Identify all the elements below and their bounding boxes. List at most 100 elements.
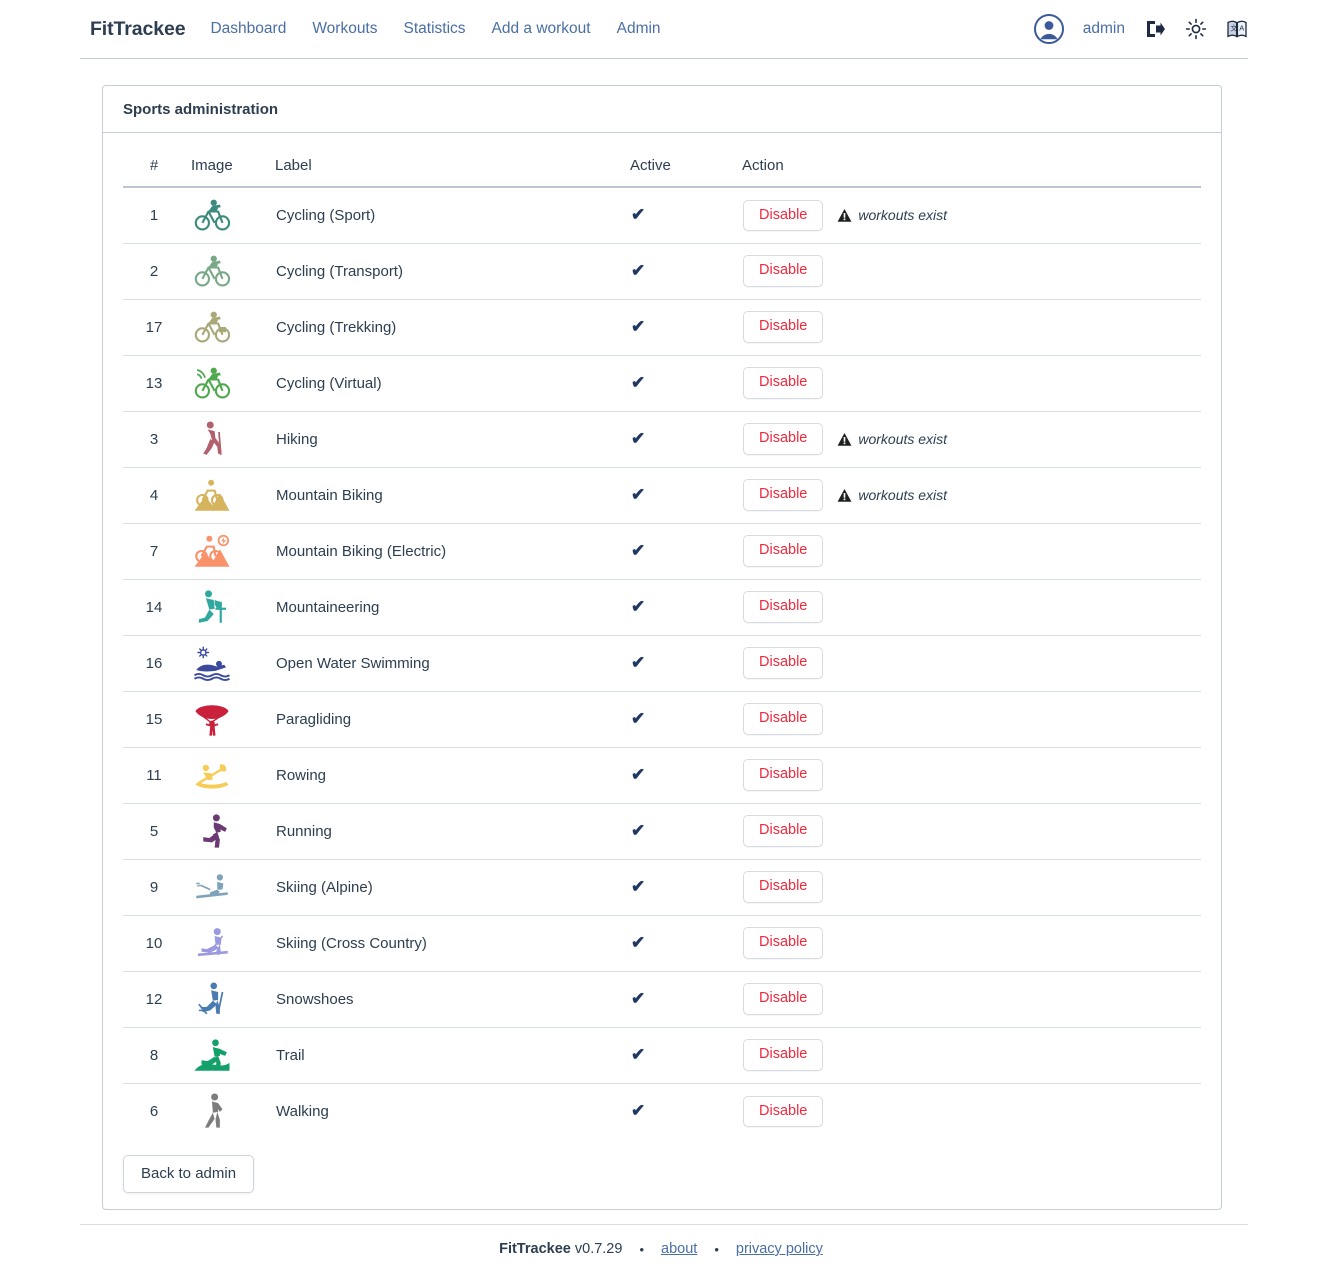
- table-row: 2 Cycling (Transport) ✔ Disable: [123, 243, 1201, 300]
- sun-theme-icon[interactable]: [1185, 18, 1207, 40]
- top-navigation-bar: FitTrackee Dashboard Workouts Statistics…: [0, 0, 1322, 58]
- user-avatar-icon[interactable]: [1033, 14, 1064, 44]
- action-cell-inner: Disable: [743, 647, 1200, 679]
- column-header-number: #: [123, 143, 185, 188]
- sport-active-status: ✔: [630, 187, 742, 244]
- sport-id: 4: [123, 467, 185, 524]
- disable-sport-button[interactable]: Disable: [743, 871, 824, 903]
- sport-id: 1: [123, 187, 185, 244]
- table-head: # Image Label Active Action: [123, 143, 1201, 188]
- back-to-admin-button[interactable]: Back to admin: [123, 1155, 255, 1193]
- action-cell-inner: Disable workouts exist: [743, 479, 1200, 511]
- sport-action-cell: Disable: [742, 299, 1201, 356]
- sports-administration-card: Sports administration # Image Label Acti…: [102, 85, 1222, 1210]
- warning-triangle-icon: [837, 208, 852, 223]
- disable-sport-button[interactable]: Disable: [743, 423, 824, 455]
- disable-sport-button[interactable]: Disable: [743, 815, 824, 847]
- disable-sport-button[interactable]: Disable: [743, 927, 824, 959]
- disable-sport-button[interactable]: Disable: [743, 647, 824, 679]
- sport-action-cell: Disable: [742, 355, 1201, 412]
- action-cell-inner: Disable: [743, 815, 1200, 847]
- action-cell-inner: Disable: [743, 255, 1200, 287]
- nav-link-add-a-workout[interactable]: Add a workout: [492, 20, 591, 38]
- disable-sport-button[interactable]: Disable: [743, 759, 824, 791]
- page-title: Sports administration: [103, 86, 1221, 133]
- sport-id: 13: [123, 355, 185, 412]
- table-row: 8 Trail ✔ Disable: [123, 1027, 1201, 1084]
- svg-text:文: 文: [1230, 24, 1237, 33]
- disable-sport-button[interactable]: Disable: [743, 311, 824, 343]
- disable-sport-button[interactable]: Disable: [743, 479, 824, 511]
- disable-sport-button[interactable]: Disable: [743, 535, 824, 567]
- footer-version: FitTrackee v0.7.29: [499, 1241, 622, 1257]
- disable-sport-button[interactable]: Disable: [743, 199, 824, 231]
- nav-link-admin[interactable]: Admin: [617, 20, 661, 38]
- check-icon: ✔: [631, 765, 646, 784]
- snowshoes-icon: [185, 971, 275, 1028]
- sport-id: 14: [123, 579, 185, 636]
- sport-active-status: ✔: [630, 971, 742, 1028]
- sport-id: 5: [123, 803, 185, 860]
- nav-link-dashboard[interactable]: Dashboard: [210, 20, 286, 38]
- check-icon: ✔: [631, 821, 646, 840]
- logout-icon[interactable]: [1144, 18, 1166, 40]
- footer-link-privacy-policy[interactable]: privacy policy: [736, 1241, 823, 1257]
- action-cell-inner: Disable: [743, 367, 1200, 399]
- action-cell-inner: Disable: [743, 871, 1200, 903]
- table-row: 11 Rowing ✔ Disable: [123, 747, 1201, 804]
- sports-table: # Image Label Active Action 1 Cycling (Sp…: [123, 143, 1201, 1139]
- brand-logo[interactable]: FitTrackee: [90, 18, 186, 41]
- sport-active-status: ✔: [630, 803, 742, 860]
- mountain-biking-electric-icon: [185, 523, 275, 580]
- sport-action-cell: Disable: [742, 579, 1201, 636]
- sport-label: Mountain Biking: [275, 467, 630, 524]
- table-row: 3 Hiking ✔ Disable workouts exist: [123, 411, 1201, 468]
- sport-action-cell: Disable: [742, 971, 1201, 1028]
- action-cell-inner: Disable: [743, 591, 1200, 623]
- disable-sport-button[interactable]: Disable: [743, 255, 824, 287]
- sport-active-status: ✔: [630, 1027, 742, 1084]
- sport-id: 17: [123, 299, 185, 356]
- disable-sport-button[interactable]: Disable: [743, 983, 824, 1015]
- action-cell-inner: Disable workouts exist: [743, 423, 1200, 455]
- disable-sport-button[interactable]: Disable: [743, 591, 824, 623]
- rowing-icon: [185, 747, 275, 804]
- disable-sport-button[interactable]: Disable: [743, 1039, 824, 1071]
- username-label[interactable]: admin: [1083, 20, 1125, 38]
- svg-text:A: A: [1239, 24, 1244, 33]
- sport-id: 11: [123, 747, 185, 804]
- table-row: 15 Paragliding ✔ Disable: [123, 691, 1201, 748]
- mountaineering-icon: [185, 579, 275, 636]
- check-icon: ✔: [631, 541, 646, 560]
- nav-link-workouts[interactable]: Workouts: [312, 20, 377, 38]
- check-icon: ✔: [631, 709, 646, 728]
- sport-label: Cycling (Trekking): [275, 299, 630, 356]
- footer-link-about[interactable]: about: [661, 1241, 697, 1257]
- workouts-exist-warning: workouts exist: [837, 487, 947, 503]
- sport-label: Running: [275, 803, 630, 860]
- check-icon: ✔: [631, 317, 646, 336]
- table-body: 1 Cycling (Sport) ✔ Disable workouts exist 2 C…: [123, 187, 1201, 1139]
- table-row: 5 Running ✔ Disable: [123, 803, 1201, 860]
- disable-sport-button[interactable]: Disable: [743, 1095, 824, 1127]
- language-icon[interactable]: 文 A: [1226, 18, 1248, 40]
- sport-id: 12: [123, 971, 185, 1028]
- disable-sport-button[interactable]: Disable: [743, 367, 824, 399]
- footer-separator-dot-2: •: [714, 1241, 719, 1257]
- sport-id: 8: [123, 1027, 185, 1084]
- warning-triangle-icon: [837, 432, 852, 447]
- disable-sport-button[interactable]: Disable: [743, 703, 824, 735]
- column-header-active: Active: [630, 143, 742, 188]
- skiing-cross-country-icon: [185, 915, 275, 972]
- sport-label: Skiing (Alpine): [275, 859, 630, 916]
- sport-active-status: ✔: [630, 915, 742, 972]
- sport-id: 3: [123, 411, 185, 468]
- page-content: Sports administration # Image Label Acti…: [0, 59, 1322, 1210]
- check-icon: ✔: [631, 1045, 646, 1064]
- card-body: # Image Label Active Action 1 Cycling (Sp…: [103, 133, 1221, 1209]
- table-row: 4 Mountain Biking ✔ Disable workouts exist: [123, 467, 1201, 524]
- check-icon: ✔: [631, 597, 646, 616]
- sport-id: 16: [123, 635, 185, 692]
- sport-id: 7: [123, 523, 185, 580]
- nav-link-statistics[interactable]: Statistics: [404, 20, 466, 38]
